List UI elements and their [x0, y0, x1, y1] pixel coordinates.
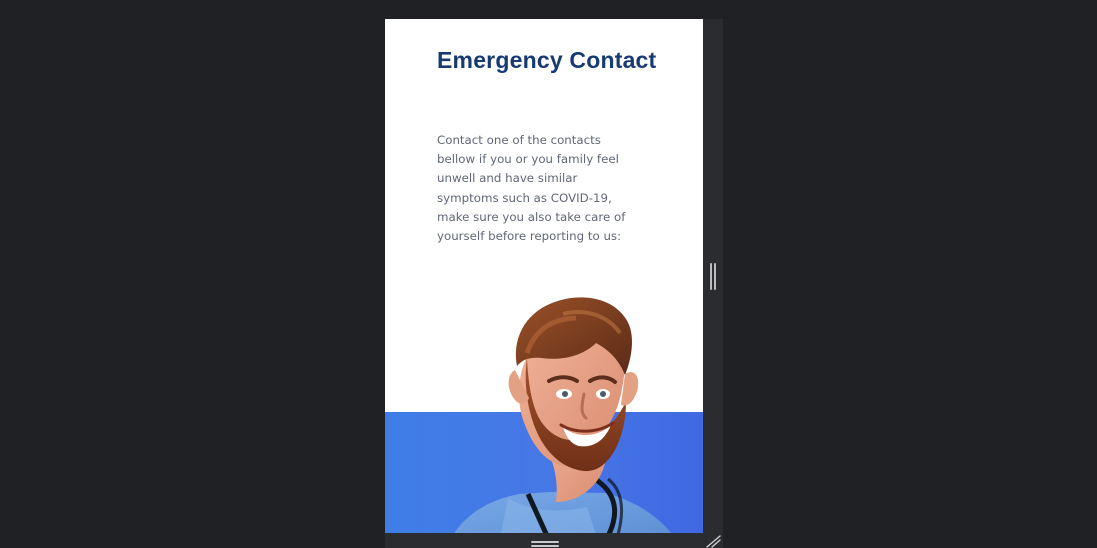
- emergency-contact-title: Emergency Contact: [437, 47, 657, 73]
- vertical-resize-grip-icon[interactable]: [709, 263, 717, 290]
- mobile-preview-frame: Emergency Contact Contact one of the con…: [385, 19, 703, 533]
- horizontal-resize-grip-icon[interactable]: [531, 540, 559, 548]
- emergency-contact-description: Contact one of the contacts bellow if yo…: [437, 133, 626, 244]
- doctor-portrait-image: [454, 297, 671, 533]
- diagonal-resize-icon[interactable]: [704, 535, 721, 548]
